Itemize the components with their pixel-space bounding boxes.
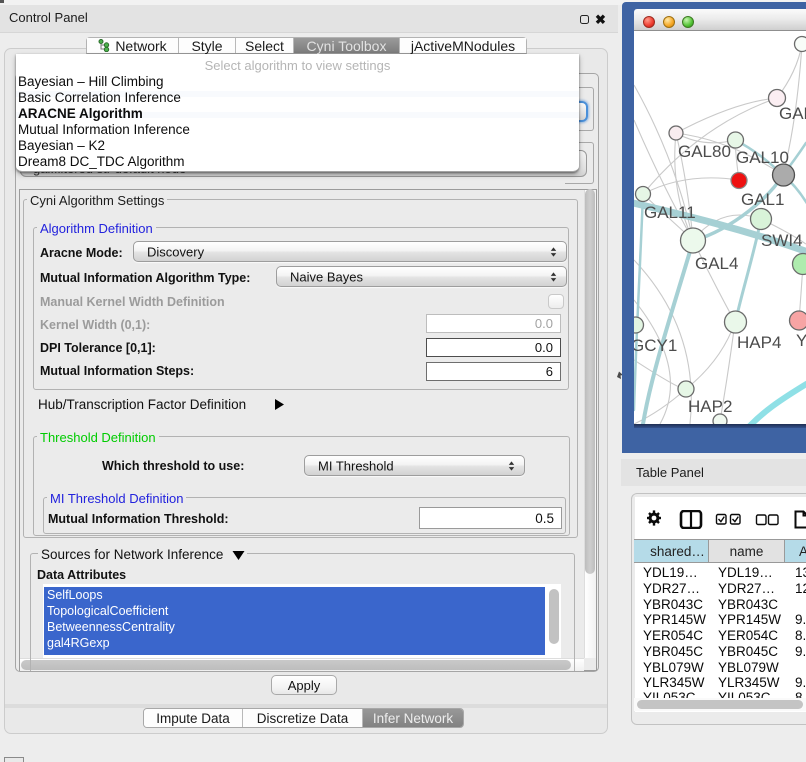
svg-text:GAL4: GAL4 (695, 254, 738, 273)
svg-text:HAP4: HAP4 (737, 333, 781, 352)
svg-text:GCY1: GCY1 (634, 336, 677, 355)
svg-text:SWI4: SWI4 (761, 231, 803, 250)
svg-text:GAL11: GAL11 (644, 203, 696, 222)
svg-text:HAP2: HAP2 (688, 397, 732, 416)
svg-text:YP: YP (796, 331, 806, 350)
svg-text:GAL1: GAL1 (741, 190, 784, 209)
svg-text:GAL10: GAL10 (736, 148, 789, 167)
svg-text:GAL80: GAL80 (678, 142, 731, 161)
svg-text:GAL7: GAL7 (779, 104, 806, 123)
